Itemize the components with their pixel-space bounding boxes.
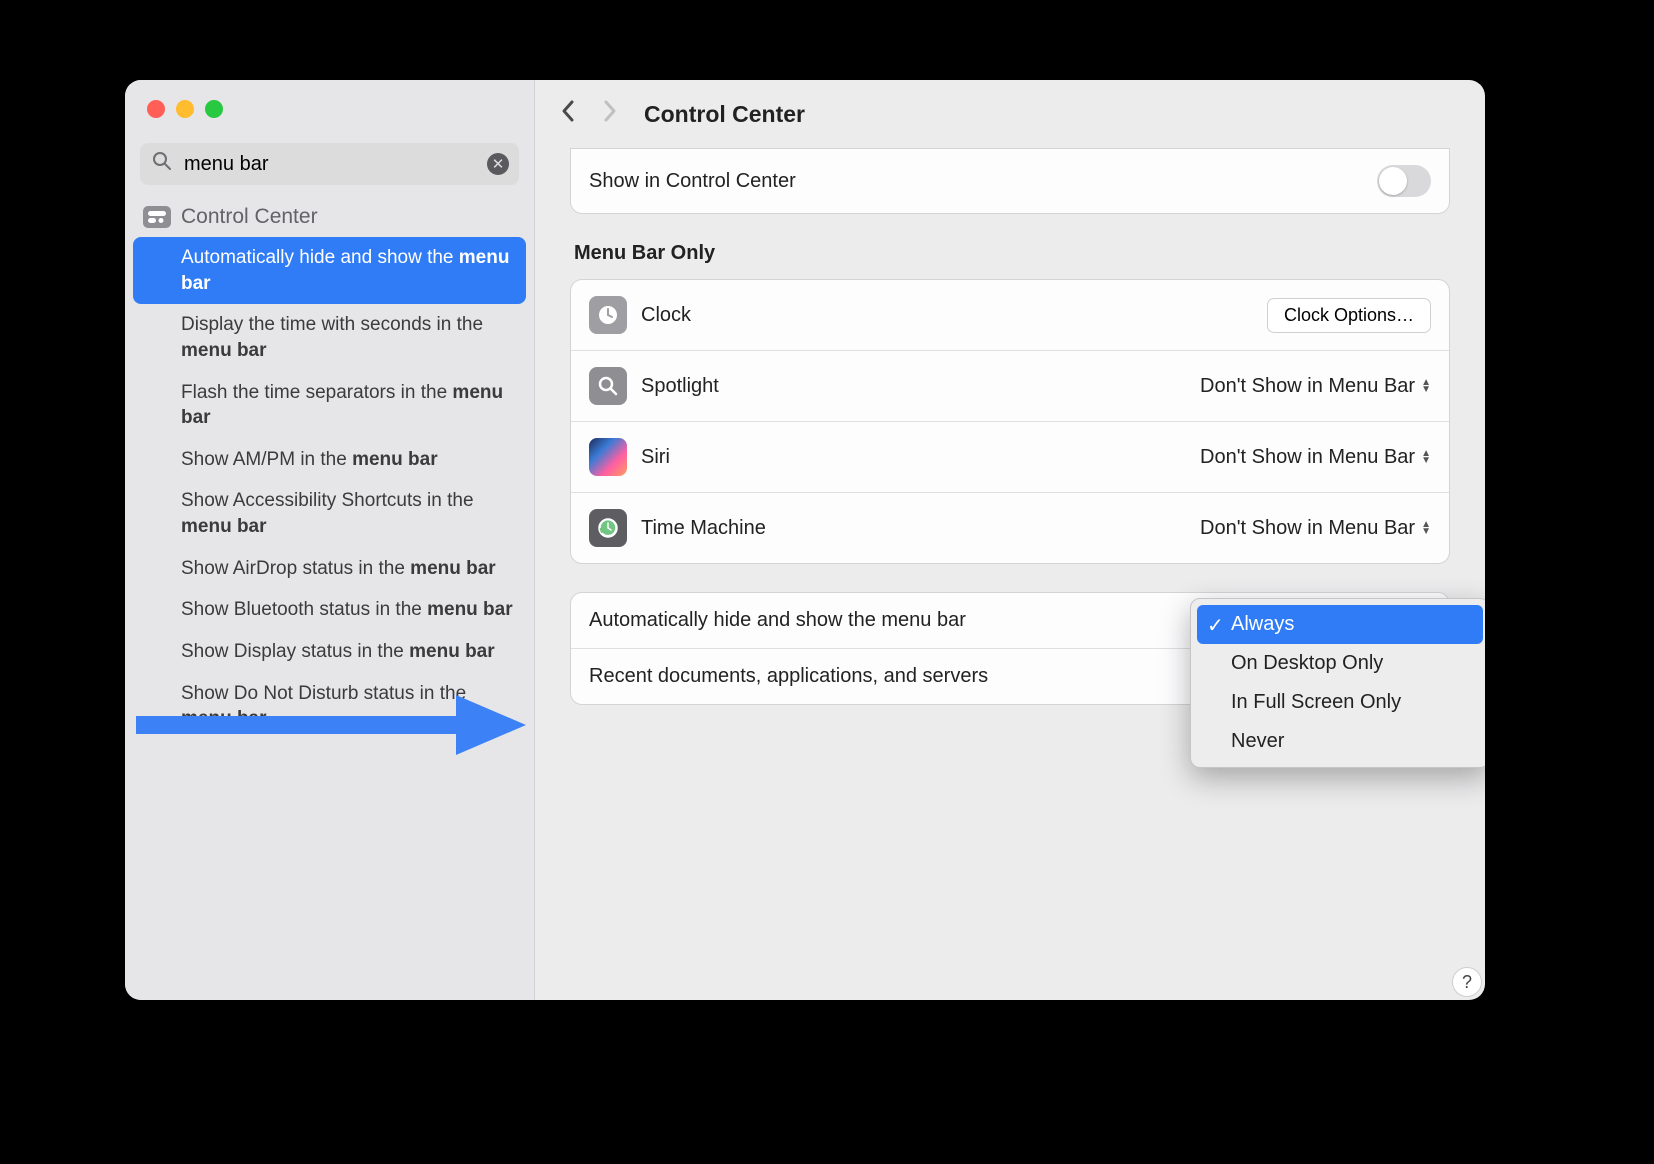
row-spotlight: Spotlight Don't Show in Menu Bar ▲▼ bbox=[571, 351, 1449, 422]
section-title-menu-bar-only: Menu Bar Only bbox=[574, 242, 1446, 265]
siri-icon bbox=[589, 438, 627, 476]
control-center-card-partial: Show in Control Center bbox=[570, 148, 1450, 214]
auto-hide-menu-bar-dropdown: Always On Desktop Only In Full Screen On… bbox=[1190, 598, 1485, 768]
sidebar-heading-control-center[interactable]: Control Center bbox=[133, 197, 526, 237]
clock-icon bbox=[589, 296, 627, 334]
sidebar-item-show-ampm[interactable]: Show AM/PM in the menu bar bbox=[133, 439, 526, 481]
row-show-in-control-center: Show in Control Center bbox=[571, 149, 1449, 213]
toolbar: Control Center bbox=[535, 80, 1485, 148]
time-machine-icon bbox=[589, 509, 627, 547]
row-label: Time Machine bbox=[641, 517, 1186, 540]
window-controls bbox=[125, 80, 534, 118]
search-icon bbox=[152, 151, 172, 177]
sidebar-item-dnd-status[interactable]: Show Do Not Disturb status in the menu b… bbox=[133, 673, 526, 740]
search-results-list: Control Center Automatically hide and sh… bbox=[125, 197, 534, 1000]
row-label: Siri bbox=[641, 446, 1186, 469]
back-button[interactable] bbox=[560, 99, 576, 130]
help-button[interactable]: ? bbox=[1452, 967, 1482, 997]
clear-search-button[interactable]: ✕ bbox=[487, 153, 509, 175]
chevrons-icon: ▲▼ bbox=[1421, 450, 1431, 464]
chevrons-icon: ▲▼ bbox=[1421, 521, 1431, 535]
row-label: Spotlight bbox=[641, 375, 1186, 398]
sidebar-heading-label: Control Center bbox=[181, 205, 318, 229]
time-machine-menu-bar-select[interactable]: Don't Show in Menu Bar ▲▼ bbox=[1200, 517, 1431, 540]
chevrons-icon: ▲▼ bbox=[1421, 379, 1431, 393]
show-in-control-center-toggle[interactable] bbox=[1377, 165, 1431, 197]
row-time-machine: Time Machine Don't Show in Menu Bar ▲▼ bbox=[571, 493, 1449, 563]
search-input[interactable] bbox=[140, 143, 519, 185]
row-label: Show in Control Center bbox=[589, 170, 1363, 193]
close-window-button[interactable] bbox=[147, 100, 165, 118]
fullscreen-window-button[interactable] bbox=[205, 100, 223, 118]
sidebar-item-flash-separators[interactable]: Flash the time separators in the menu ba… bbox=[133, 372, 526, 439]
dropdown-option-always[interactable]: Always bbox=[1197, 605, 1483, 644]
minimize-window-button[interactable] bbox=[176, 100, 194, 118]
page-title: Control Center bbox=[644, 101, 805, 128]
sidebar: ✕ Control Center Automatically hide and … bbox=[125, 80, 535, 1000]
menu-bar-only-card: Clock Clock Options… Spotlight Don't Sho… bbox=[570, 279, 1450, 564]
row-clock: Clock Clock Options… bbox=[571, 280, 1449, 351]
spotlight-icon bbox=[589, 367, 627, 405]
sidebar-item-auto-hide-menu-bar[interactable]: Automatically hide and show the menu bar bbox=[133, 237, 526, 304]
sidebar-item-display-status[interactable]: Show Display status in the menu bar bbox=[133, 631, 526, 673]
sidebar-item-accessibility-shortcuts[interactable]: Show Accessibility Shortcuts in the menu… bbox=[133, 480, 526, 547]
row-label: Clock bbox=[641, 304, 1253, 327]
clock-options-button[interactable]: Clock Options… bbox=[1267, 298, 1431, 333]
search-field-wrap: ✕ bbox=[140, 143, 519, 185]
spotlight-menu-bar-select[interactable]: Don't Show in Menu Bar ▲▼ bbox=[1200, 375, 1431, 398]
content-pane: Control Center Show in Control Center Me… bbox=[535, 80, 1485, 1000]
dropdown-option-never[interactable]: Never bbox=[1197, 722, 1483, 761]
sidebar-item-airdrop-status[interactable]: Show AirDrop status in the menu bar bbox=[133, 548, 526, 590]
sidebar-item-display-time-seconds[interactable]: Display the time with seconds in the men… bbox=[133, 304, 526, 371]
row-siri: Siri Don't Show in Menu Bar ▲▼ bbox=[571, 422, 1449, 493]
settings-scroll-area: Show in Control Center Menu Bar Only Clo… bbox=[535, 148, 1485, 1000]
dropdown-option-desktop-only[interactable]: On Desktop Only bbox=[1197, 644, 1483, 683]
settings-window: ✕ Control Center Automatically hide and … bbox=[125, 80, 1485, 1000]
forward-button[interactable] bbox=[602, 99, 618, 130]
control-center-icon bbox=[143, 206, 171, 228]
dropdown-option-full-screen-only[interactable]: In Full Screen Only bbox=[1197, 683, 1483, 722]
sidebar-item-bluetooth-status[interactable]: Show Bluetooth status in the menu bar bbox=[133, 589, 526, 631]
siri-menu-bar-select[interactable]: Don't Show in Menu Bar ▲▼ bbox=[1200, 446, 1431, 469]
